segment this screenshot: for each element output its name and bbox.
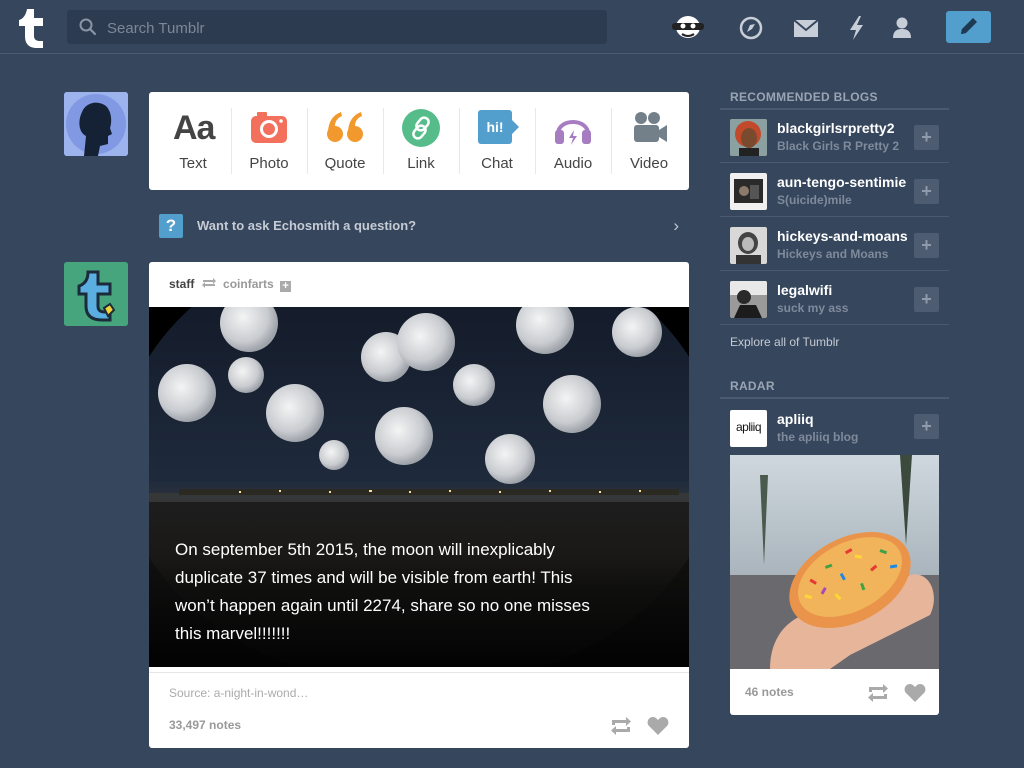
blog-avatar-image <box>730 281 767 318</box>
radar-follow-button[interactable]: + <box>914 414 939 439</box>
blog-subtitle: Hickeys and Moans <box>777 247 889 261</box>
user-avatar[interactable] <box>64 92 128 156</box>
follow-button[interactable]: + <box>914 179 939 204</box>
radar-post: 46 notes <box>730 455 939 715</box>
mail-icon[interactable] <box>791 12 823 44</box>
post-quote-button[interactable]: Quote <box>307 92 383 190</box>
post-text-label: Text <box>179 155 207 172</box>
post-notes-count[interactable]: 33,497 notes <box>169 718 241 732</box>
top-navigation <box>0 0 1024 54</box>
post-author[interactable]: staff <box>169 277 194 291</box>
recommended-blog-item[interactable]: legalwifi suck my ass + <box>720 273 949 325</box>
video-camera-icon <box>634 112 667 142</box>
blog-avatar[interactable] <box>730 119 767 156</box>
headphones-icon <box>555 120 591 145</box>
compose-button[interactable] <box>946 11 991 43</box>
radar-blog-avatar[interactable]: apliiq <box>730 410 767 447</box>
heart-icon[interactable] <box>647 716 669 736</box>
tumblr-t-avatar-icon <box>64 262 128 326</box>
reblogged-from[interactable]: coinfarts <box>223 277 274 291</box>
follow-button[interactable]: + <box>914 233 939 258</box>
post-link-button[interactable]: Link <box>383 92 459 190</box>
avatar-face-icon[interactable] <box>668 10 708 44</box>
dashboard-post: staff coinfarts + On september 5th 2015,… <box>149 262 689 748</box>
blog-subtitle: suck my ass <box>777 301 849 315</box>
text-icon: Aa <box>173 109 215 147</box>
blog-avatar-image <box>730 173 767 210</box>
blog-avatar[interactable] <box>730 227 767 264</box>
radar-blog-name: apliiq <box>777 411 814 427</box>
chat-icon: hi! <box>478 110 512 144</box>
chevron-right-icon: › <box>673 216 679 235</box>
blog-name: hickeys-and-moans <box>777 228 907 244</box>
post-photo-label: Photo <box>249 155 289 172</box>
question-icon: ? <box>159 214 183 238</box>
post-source[interactable]: Source: a-night-in-wond… <box>169 686 308 700</box>
post-caption: On september 5th 2015, the moon will ine… <box>175 540 590 643</box>
recommended-blog-item[interactable]: blackgirlsrpretty2 Black Girls R Pretty … <box>720 111 949 163</box>
blog-avatar-image <box>730 119 767 156</box>
blog-avatar[interactable] <box>730 281 767 318</box>
staff-avatar[interactable] <box>64 262 128 326</box>
pencil-icon <box>961 18 977 34</box>
ask-question-link[interactable]: ? Want to ask Echosmith a question? › <box>149 208 689 244</box>
follow-button[interactable]: + <box>914 125 939 150</box>
explore-all-link[interactable]: Explore all of Tumblr <box>730 335 839 349</box>
follow-button[interactable]: + <box>914 287 939 312</box>
blog-subtitle: S(uicide)mile <box>777 193 852 207</box>
post-audio-label: Audio <box>553 155 593 172</box>
reblog-icon[interactable] <box>867 683 889 703</box>
recommended-blogs-title: RECOMMENDED BLOGS <box>730 90 878 104</box>
radar-blog[interactable]: apliiq apliiq the apliiq blog + <box>720 400 949 455</box>
camera-icon <box>251 112 287 143</box>
search-box[interactable] <box>67 10 607 46</box>
radar-donut-photo[interactable] <box>730 455 939 669</box>
lightning-icon[interactable] <box>843 12 875 44</box>
post-type-bar: Aa Text Photo Quote Link hi! Chat Audio … <box>149 92 689 190</box>
post-chat-button[interactable]: hi! Chat <box>459 92 535 190</box>
post-chat-label: Chat <box>481 155 513 172</box>
post-link-label: Link <box>407 155 435 172</box>
post-quote-label: Quote <box>324 155 366 172</box>
post-photo[interactable]: On september 5th 2015, the moon will ine… <box>149 307 689 667</box>
quote-icon <box>327 112 363 142</box>
post-header: staff coinfarts + <box>169 277 292 292</box>
user-silhouette-icon <box>64 92 128 156</box>
blog-name: legalwifi <box>777 282 833 298</box>
person-icon[interactable] <box>888 12 920 44</box>
recommended-blog-item[interactable]: aun-tengo-sentimientos S(uicide)mile + <box>720 165 949 217</box>
blog-avatar-image <box>730 227 767 264</box>
follow-plus-icon[interactable]: + <box>280 281 292 292</box>
blog-name: aun-tengo-sentimientos <box>777 174 907 190</box>
link-icon <box>402 109 440 147</box>
post-photo-button[interactable]: Photo <box>231 92 307 190</box>
ask-question-text: Want to ask Echosmith a question? <box>197 218 417 233</box>
post-text-button[interactable]: Aa Text <box>155 92 231 190</box>
post-audio-button[interactable]: Audio <box>535 92 611 190</box>
apliiq-logo: apliiq <box>735 420 762 434</box>
post-video-label: Video <box>629 155 669 172</box>
blog-avatar[interactable] <box>730 173 767 210</box>
search-input[interactable] <box>105 10 599 46</box>
reblog-icon[interactable] <box>610 716 632 736</box>
heart-icon[interactable] <box>904 683 926 703</box>
post-video-button[interactable]: Video <box>611 92 687 190</box>
reblog-small-icon <box>201 278 216 288</box>
blog-subtitle: Black Girls R Pretty 2 <box>777 139 900 153</box>
recommended-blog-item[interactable]: hickeys-and-moans Hickeys and Moans + <box>720 219 949 271</box>
compass-icon[interactable] <box>738 12 770 44</box>
search-icon <box>79 18 97 36</box>
radar-blog-subtitle: the apliiq blog <box>777 430 859 444</box>
radar-title: RADAR <box>730 379 775 393</box>
blog-name: blackgirlsrpretty2 <box>777 120 895 136</box>
tumblr-logo-icon[interactable] <box>16 6 52 48</box>
radar-notes-count[interactable]: 46 notes <box>745 685 794 699</box>
